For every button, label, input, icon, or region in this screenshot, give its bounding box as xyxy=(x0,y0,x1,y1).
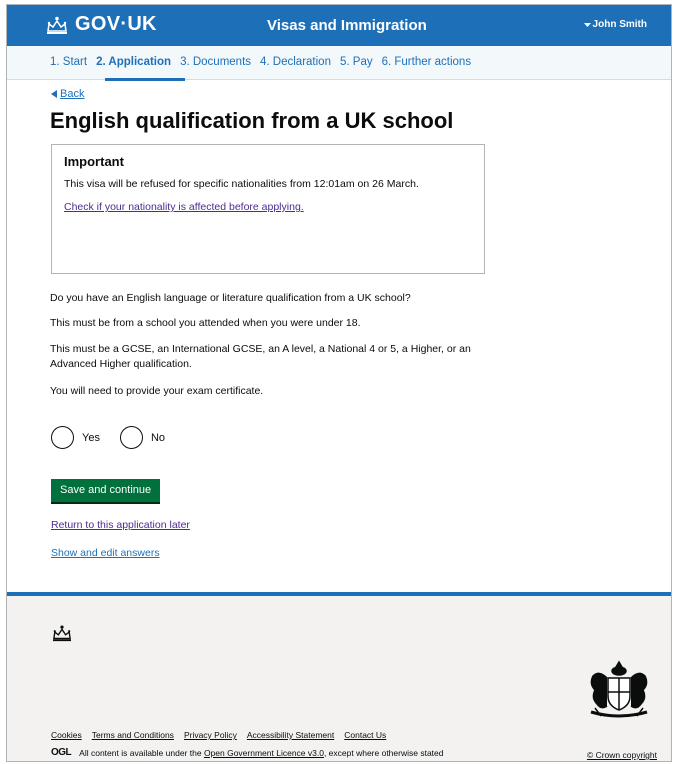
licence-text: OGL All content is available under the O… xyxy=(51,747,444,758)
page-title: English qualification from a UK school xyxy=(50,108,454,133)
step-declaration[interactable]: 4. Declaration xyxy=(260,56,331,68)
answer-radios: Yes No xyxy=(51,426,165,449)
radio-no-label: No xyxy=(150,431,166,444)
radio-yes-label: Yes xyxy=(82,431,100,444)
header: GOV·UK Visas and Immigration John Smith xyxy=(7,5,671,46)
govuk-logo[interactable]: GOV·UK xyxy=(45,13,157,36)
save-and-continue-button[interactable]: Save and continue xyxy=(51,479,161,502)
licence-suffix: , except where otherwise stated xyxy=(323,747,444,758)
step-documents[interactable]: 3. Documents xyxy=(180,56,251,68)
back-label: Back xyxy=(60,88,85,100)
logo-text: GOV·UK xyxy=(75,13,157,35)
service-name[interactable]: Visas and Immigration xyxy=(267,17,427,34)
active-step-indicator xyxy=(105,78,185,81)
step-pay[interactable]: 5. Pay xyxy=(340,56,373,68)
ogl-logo: OGL xyxy=(51,747,72,758)
royal-coat-of-arms-icon xyxy=(590,660,648,718)
hint-age: This must be from a school you attended … xyxy=(50,317,361,329)
user-name: John Smith xyxy=(592,19,647,30)
progress-steps: 1. Start 2. Application 3. Documents 4. … xyxy=(7,46,671,81)
user-menu[interactable]: John Smith xyxy=(583,19,647,30)
step-application[interactable]: 2. Application xyxy=(96,56,171,68)
question-text: Do you have an English language or liter… xyxy=(50,292,411,304)
licence-prefix: All content is available under the xyxy=(79,747,202,758)
footer-link-contact[interactable]: Contact Us xyxy=(344,730,386,740)
step-start[interactable]: 1. Start xyxy=(50,56,87,68)
crown-icon xyxy=(53,625,71,642)
radio-no[interactable]: No xyxy=(119,426,166,449)
notice-heading: Important xyxy=(64,154,124,169)
back-link[interactable]: Back xyxy=(51,88,84,100)
ogl-link[interactable]: Open Government Licence v3.0 xyxy=(204,748,324,758)
radio-no-circle[interactable] xyxy=(119,426,143,449)
return-later-link[interactable]: Return to this application later xyxy=(51,519,190,531)
nationality-check-link[interactable]: Check if your nationality is affected be… xyxy=(64,201,304,213)
radio-yes[interactable]: Yes xyxy=(51,426,100,449)
hint-qualification: This must be a GCSE, an International GC… xyxy=(50,343,471,370)
caret-down-icon xyxy=(583,22,591,27)
show-edit-answers-link[interactable]: Show and edit answers xyxy=(51,547,160,559)
footer-link-terms[interactable]: Terms and Conditions xyxy=(92,730,174,740)
footer-link-accessibility[interactable]: Accessibility Statement xyxy=(247,730,334,740)
footer-link-privacy[interactable]: Privacy Policy xyxy=(184,730,237,740)
footer-link-cookies[interactable]: Cookies xyxy=(51,730,82,740)
step-further-actions[interactable]: 6. Further actions xyxy=(382,56,471,68)
footer-links: Cookies Terms and Conditions Privacy Pol… xyxy=(51,730,386,740)
important-notice: Important This visa will be refused for … xyxy=(51,144,485,274)
crown-copyright-link[interactable]: © Crown copyright xyxy=(587,750,657,760)
notice-text: This visa will be refused for specific n… xyxy=(64,178,419,190)
crown-icon xyxy=(47,16,67,34)
radio-yes-circle[interactable] xyxy=(51,426,74,449)
back-arrow-icon xyxy=(51,90,57,98)
footer: Cookies Terms and Conditions Privacy Pol… xyxy=(7,592,671,761)
hint-certificate: You will need to provide your exam certi… xyxy=(50,385,264,397)
